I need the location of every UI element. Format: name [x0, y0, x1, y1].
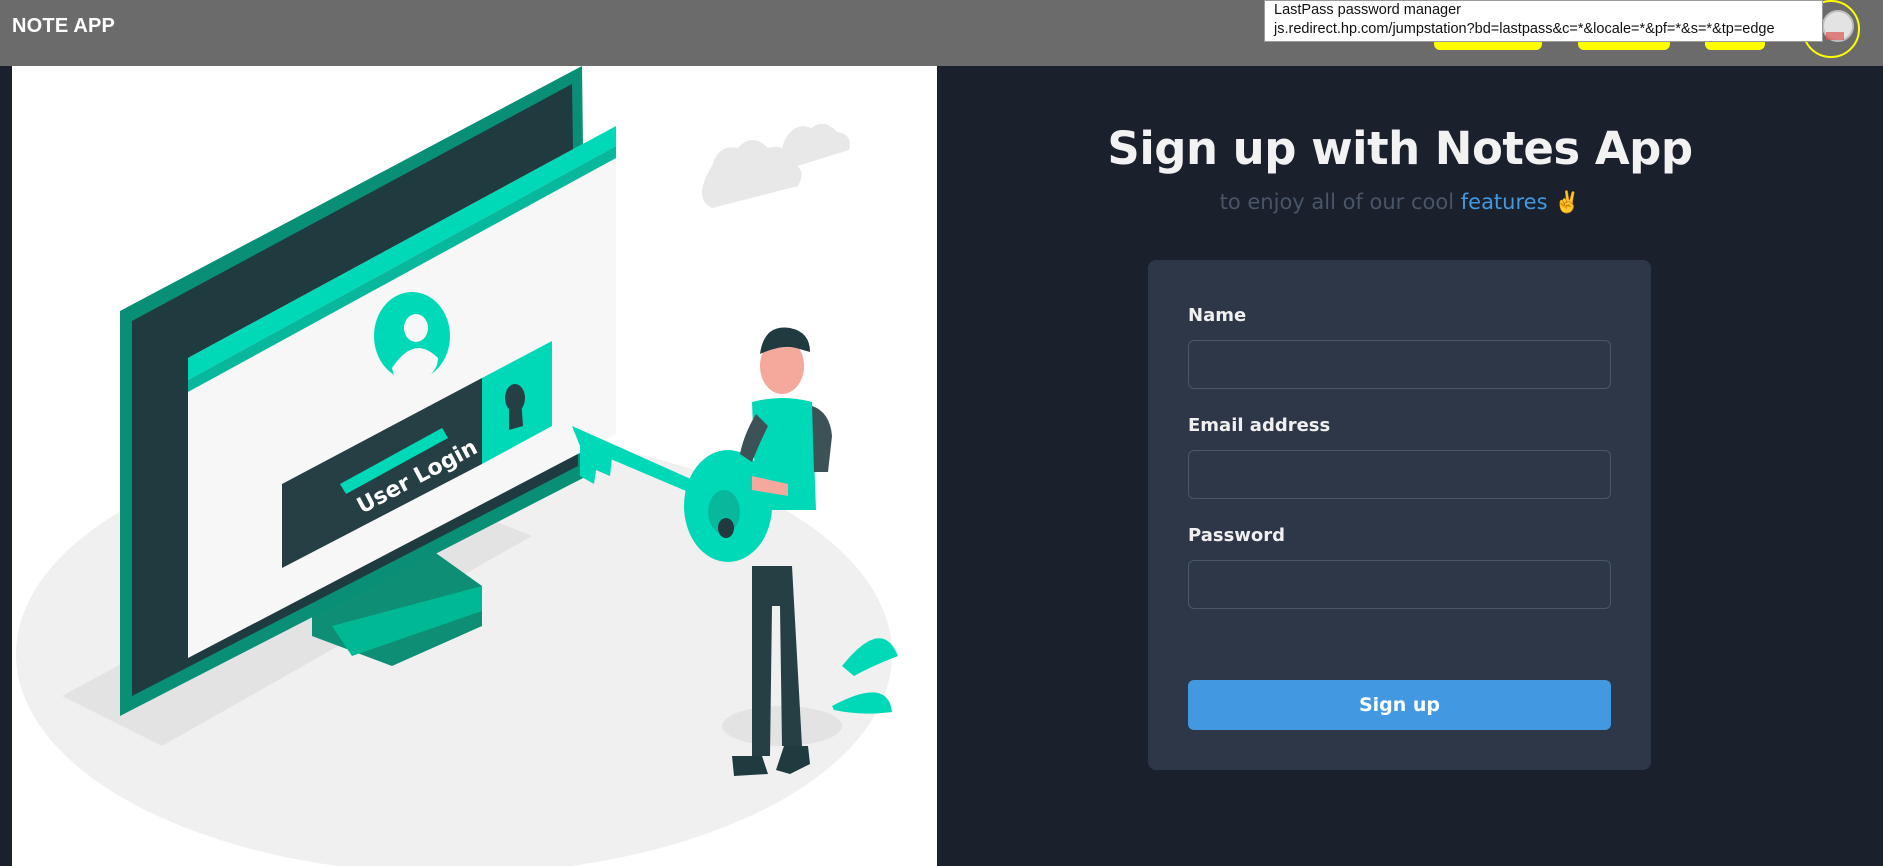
name-input[interactable] [1188, 340, 1611, 389]
page-title: Sign up with Notes App [1107, 122, 1693, 175]
avatar-badge [1826, 32, 1844, 40]
email-label: Email address [1188, 415, 1331, 436]
login-key-illustration: User Login [16, 66, 898, 866]
tooltip-url: js.redirect.hp.com/jumpstation?bd=lastpa… [1274, 21, 1775, 37]
lastpass-tooltip: LastPass password manager js.redirect.hp… [1264, 0, 1823, 42]
features-link[interactable]: features [1461, 190, 1548, 214]
signup-button[interactable]: Sign up [1188, 680, 1611, 730]
name-label: Name [1188, 305, 1247, 326]
signup-form-card: Name Email address Password Sign up [1148, 260, 1651, 770]
tooltip-title: LastPass password manager [1274, 2, 1461, 18]
brand-logo[interactable]: NOTE APP [12, 15, 115, 38]
page-subtitle: to enjoy all of our cool features ✌️ [1000, 190, 1800, 215]
password-input[interactable] [1188, 560, 1611, 609]
victory-hand-emoji: ✌️ [1554, 190, 1581, 214]
signup-illustration: User Login [12, 66, 937, 866]
subtitle-text: to enjoy all of our cool [1219, 190, 1461, 214]
password-label: Password [1188, 525, 1286, 546]
left-edge-strip [0, 66, 12, 866]
email-input[interactable] [1188, 450, 1611, 499]
